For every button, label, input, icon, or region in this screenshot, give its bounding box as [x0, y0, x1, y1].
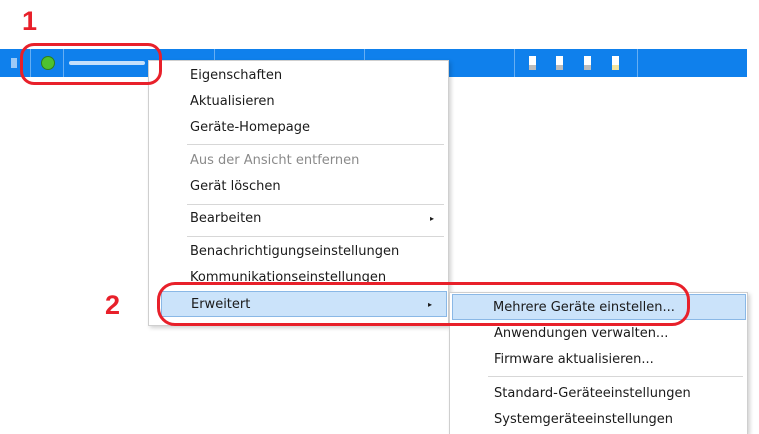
menu-item-geraet-loeschen[interactable]: Gerät löschen	[149, 174, 448, 200]
menu-item-label: Aktualisieren	[190, 94, 275, 109]
toner-level-icon	[584, 56, 591, 70]
device-name-redacted	[69, 61, 145, 65]
column-separator	[514, 49, 515, 77]
menu-item-label: Anwendungen verwalten...	[494, 326, 669, 341]
chevron-right-icon: ▸	[427, 300, 432, 309]
menu-item-label: Mehrere Geräte einstellen...	[493, 300, 675, 315]
menu-item-erweitert[interactable]: Erweitert ▸	[161, 291, 447, 317]
menu-item-label: Bearbeiten	[190, 211, 262, 226]
toner-level-icon	[556, 56, 563, 70]
submenu-item-firmware-aktualisieren[interactable]: Firmware aktualisieren...	[450, 347, 747, 373]
context-menu: Eigenschaften Aktualisieren Geräte-Homep…	[148, 60, 449, 326]
menu-separator	[187, 204, 444, 205]
column-separator	[637, 49, 638, 77]
submenu-erweitert: Mehrere Geräte einstellen... Anwendungen…	[449, 292, 748, 434]
step-number-2: 2	[105, 290, 121, 320]
green-status-dot-icon	[41, 56, 55, 70]
menu-item-kommunikationseinstellungen[interactable]: Kommunikationseinstellungen	[149, 265, 448, 291]
toner-level-icon	[612, 56, 619, 70]
submenu-item-mehrere-geraete-einstellen[interactable]: Mehrere Geräte einstellen...	[452, 294, 746, 320]
menu-item-label: Aus der Ansicht entfernen	[190, 153, 360, 168]
menu-separator	[187, 236, 444, 237]
menu-item-label: Erweitert	[191, 297, 251, 312]
row-selector-icon	[11, 58, 17, 68]
step-number-1: 1	[22, 6, 38, 36]
menu-item-label: Benachrichtigungseinstellungen	[190, 244, 400, 259]
menu-item-label: Gerät löschen	[190, 179, 281, 194]
submenu-item-systemgeraeteeinstellungen[interactable]: Systemgeräteeinstellungen	[450, 407, 747, 433]
menu-item-bearbeiten[interactable]: Bearbeiten ▸	[149, 206, 448, 232]
submenu-item-anwendungen-verwalten[interactable]: Anwendungen verwalten...	[450, 321, 747, 347]
chevron-right-icon: ▸	[429, 214, 434, 223]
menu-item-label: Kommunikationseinstellungen	[190, 270, 387, 285]
menu-item-label: Systemgeräteeinstellungen	[494, 412, 674, 427]
menu-separator	[187, 144, 444, 145]
menu-item-label: Firmware aktualisieren...	[494, 352, 654, 367]
menu-item-label: Geräte-Homepage	[190, 120, 311, 135]
submenu-item-standard-geraeteeinstellungen[interactable]: Standard-Geräteeinstellungen	[450, 381, 747, 407]
menu-item-geraete-homepage[interactable]: Geräte-Homepage	[149, 115, 448, 141]
toner-level-icon	[529, 56, 536, 70]
column-separator	[30, 49, 31, 77]
menu-item-aus-der-ansicht-entfernen: Aus der Ansicht entfernen	[149, 148, 448, 174]
menu-item-eigenschaften[interactable]: Eigenschaften	[149, 63, 448, 89]
menu-item-label: Eigenschaften	[190, 68, 283, 83]
column-separator	[63, 49, 64, 77]
menu-separator	[488, 376, 743, 377]
menu-item-aktualisieren[interactable]: Aktualisieren	[149, 89, 448, 115]
menu-item-benachrichtigungseinstellungen[interactable]: Benachrichtigungseinstellungen	[149, 239, 448, 265]
menu-item-label: Standard-Geräteeinstellungen	[494, 386, 691, 401]
